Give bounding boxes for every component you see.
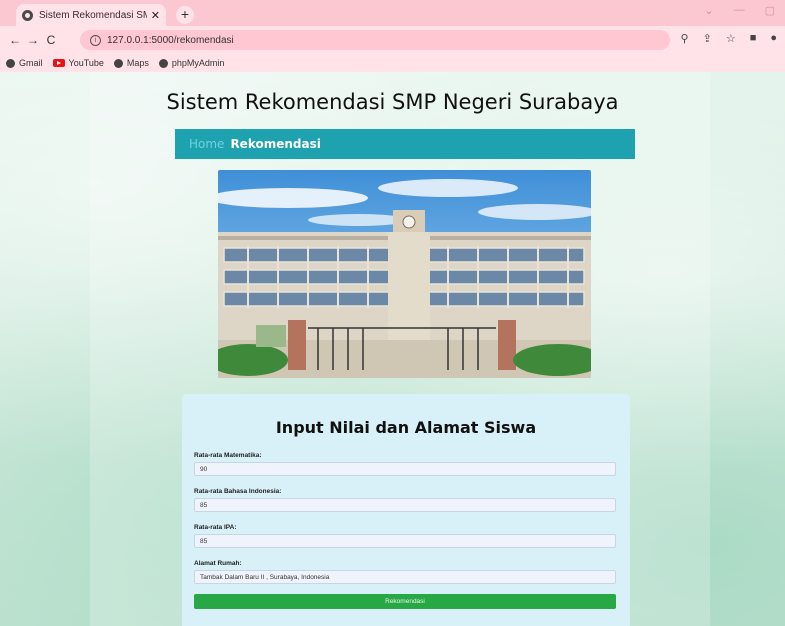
globe-icon: [158, 58, 168, 68]
minimize-button[interactable]: —: [734, 4, 745, 17]
label-bahasa-indonesia: Rata-rata Bahasa Indonesia:: [194, 488, 282, 495]
site-navbar: Home Rekomendasi: [175, 129, 635, 159]
bookmarks-bar: Gmail YouTube Maps phpMyAdmin: [0, 54, 785, 72]
browser-tab[interactable]: Sistem Rekomendasi SMP Neg ✕: [16, 4, 166, 26]
forward-icon[interactable]: →: [24, 33, 42, 47]
tab-title: Sistem Rekomendasi SMP Neg: [39, 9, 147, 21]
input-matematika[interactable]: 90: [194, 462, 616, 476]
bookmark-phpmyadmin[interactable]: phpMyAdmin: [158, 58, 225, 68]
bookmark-label: phpMyAdmin: [171, 58, 225, 68]
site-info-icon[interactable]: i: [90, 34, 101, 46]
toolbar-actions: ⚲ ⇪ ☆ ■ ●: [681, 32, 777, 45]
bookmark-label: Gmail: [19, 58, 43, 68]
label-ipa: Rata-rata IPA:: [194, 524, 237, 531]
tab-search-icon[interactable]: ⌄: [704, 4, 713, 17]
label-matematika: Rata-rata Matematika:: [194, 452, 262, 459]
school-illustration: [218, 170, 591, 378]
nav-link-home[interactable]: Home: [189, 137, 224, 151]
back-icon[interactable]: ←: [6, 33, 24, 47]
globe-icon: [113, 58, 123, 68]
address-bar[interactable]: i 127.0.0.1:5000/rekomendasi: [80, 30, 670, 50]
school-building-image: [218, 170, 591, 378]
profile-icon[interactable]: ●: [770, 32, 777, 45]
bookmark-gmail[interactable]: Gmail: [6, 58, 43, 68]
window-controls: ⌄ — ▢: [704, 4, 775, 17]
new-tab-button[interactable]: +: [176, 6, 194, 24]
bookmark-label: YouTube: [68, 58, 104, 68]
reload-icon[interactable]: C: [42, 33, 60, 47]
student-input-form: Input Nilai dan Alamat Siswa Rata-rata M…: [182, 394, 630, 626]
label-alamat: Alamat Rumah:: [194, 560, 242, 567]
bookmark-youtube[interactable]: YouTube: [52, 58, 104, 68]
page-title: Sistem Rekomendasi SMP Negeri Surabaya: [166, 90, 619, 114]
form-title: Input Nilai dan Alamat Siswa: [275, 418, 537, 437]
bookmark-maps[interactable]: Maps: [113, 58, 149, 68]
nav-link-rekomendasi[interactable]: Rekomendasi: [230, 137, 320, 151]
input-ipa[interactable]: 85: [194, 534, 616, 548]
share-icon[interactable]: ⇪: [703, 32, 712, 45]
maximize-button[interactable]: ▢: [765, 4, 775, 17]
browser-tab-bar: Sistem Rekomendasi SMP Neg ✕ + ⌄ — ▢: [0, 0, 785, 26]
rekomendasi-button[interactable]: Rekomendasi: [194, 594, 616, 609]
bookmark-label: Maps: [126, 58, 149, 68]
browser-toolbar: ← → C i 127.0.0.1:5000/rekomendasi ⚲ ⇪ ☆…: [0, 26, 785, 54]
input-bahasa-indonesia[interactable]: 85: [194, 498, 616, 512]
url-text: 127.0.0.1:5000/rekomendasi: [107, 34, 234, 46]
youtube-icon: [52, 59, 65, 67]
page-body: Sistem Rekomendasi SMP Negeri Surabaya H…: [0, 72, 785, 626]
sidebar-icon[interactable]: ■: [750, 32, 757, 45]
globe-icon: [6, 58, 15, 68]
input-alamat[interactable]: Tambak Dalam Baru II , Surabaya, Indones…: [194, 570, 616, 584]
bookmark-star-icon[interactable]: ☆: [726, 32, 736, 45]
zoom-icon[interactable]: ⚲: [681, 32, 689, 45]
close-icon[interactable]: ✕: [151, 9, 160, 22]
globe-icon: [22, 9, 33, 21]
